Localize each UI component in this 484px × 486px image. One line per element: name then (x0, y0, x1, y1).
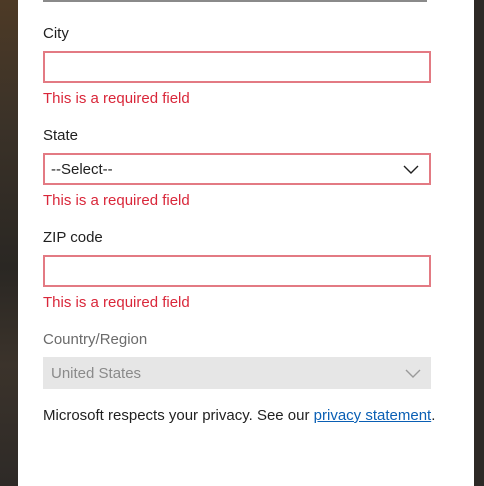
background-page-left (0, 0, 18, 486)
state-select[interactable]: --Select-- (43, 153, 431, 185)
background-page-right (474, 0, 484, 486)
privacy-notice: Microsoft respects your privacy. See our… (43, 407, 435, 424)
previous-address-field[interactable] (43, 0, 427, 2)
city-label: City (43, 25, 69, 42)
privacy-statement-link[interactable]: privacy statement (314, 407, 432, 424)
state-error: This is a required field (43, 192, 190, 209)
city-input[interactable] (43, 51, 431, 83)
zip-input[interactable] (43, 255, 431, 287)
country-label: Country/Region (43, 331, 148, 348)
zip-label: ZIP code (43, 229, 103, 246)
country-selected-value: United States (51, 365, 142, 382)
state-label: State (43, 127, 79, 144)
chevron-down-icon (405, 369, 421, 378)
city-error: This is a required field (43, 90, 190, 107)
address-form-dialog: City This is a required field State --Se… (18, 0, 474, 486)
state-selected-value: --Select-- (51, 161, 113, 178)
country-select: United States (43, 357, 431, 389)
chevron-down-icon (403, 165, 419, 174)
privacy-text: Microsoft respects your privacy. See our (43, 407, 310, 424)
privacy-suffix: . (431, 407, 436, 424)
zip-error: This is a required field (43, 294, 190, 311)
